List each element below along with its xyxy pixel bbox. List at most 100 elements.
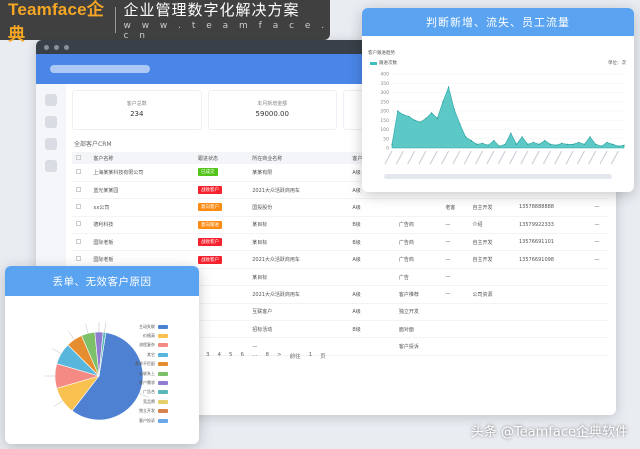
legend-item[interactable]: 未联系上 [135,369,168,378]
row-checkbox[interactable] [72,216,90,235]
table-row[interactable]: 国际老板 战败客户 某目标 B级 广告商 — 自主开发 13576691101— [72,233,608,252]
legend-item[interactable]: 其它 [135,350,168,359]
data-point [442,101,444,103]
data-point [447,86,450,88]
column-header[interactable]: 跟进状态 [194,152,249,164]
window-dot-icon[interactable] [54,44,59,50]
x-tick-label [407,150,416,165]
row-checkbox[interactable] [72,233,90,252]
pie-chart-card: 丢单、无效客户原因 主动失联 价格高 流程复杂 其它 需求不匹配 未联系上 客户需求 广告合竞… [5,266,199,444]
pager-item[interactable]: 页 [320,352,326,360]
status-badge: 意向客户 [198,203,222,212]
table-cell: A级 [348,250,395,269]
pager-item[interactable]: … [252,352,258,360]
data-point [419,121,421,123]
table-cell: 某目标 [248,216,349,235]
pager-item[interactable]: 3 [206,352,210,360]
window-dot-icon[interactable] [64,44,69,50]
legend-item[interactable]: 流程复杂 [135,341,168,350]
table-cell [590,320,608,339]
table-cell: 13578888888 [515,198,591,217]
x-tick-label [384,150,393,165]
stat-value: 59000.00 [255,110,289,118]
table-cell: 面对面 [394,320,442,339]
table-cell: 广告商 [394,250,442,269]
row-checkbox[interactable] [72,164,90,182]
pager-item[interactable]: 4 [218,352,222,360]
legend-item[interactable]: 广告合 [135,388,168,397]
legend-item[interactable]: 竞品牌 [135,397,168,406]
data-point [583,143,585,145]
table-cell [194,285,249,304]
table-cell: — [590,198,608,217]
y-tick-label: 200 [380,109,389,115]
header-search-bar[interactable] [50,65,150,73]
table-cell [441,303,469,322]
table-cell: 介绍 [468,216,515,235]
table-cell: 战败客户 [194,233,249,252]
table-cell: 广告商 [394,233,442,252]
data-point [612,143,614,145]
table-cell: A级 [348,285,395,304]
table-cell: — [441,233,469,252]
data-point [515,143,518,145]
pager-item[interactable]: > [277,352,282,360]
pager-item[interactable]: 8 [266,352,270,360]
y-tick-label: 50 [383,136,389,142]
table-cell [441,320,469,339]
chart-zoom-scrollbar[interactable] [384,174,612,179]
data-point [476,143,478,145]
table-cell: 德利科技 [89,216,194,235]
data-point [493,140,495,142]
sidebar-icon[interactable] [45,160,57,172]
legend-item[interactable]: 客户投诉 [135,416,168,425]
table-cell [194,268,249,287]
table-row[interactable]: xx公司 意向客户 国投股份 A级 老客 自主开发 13578888888— [72,198,608,217]
table-cell: — [590,233,608,252]
legend-item[interactable]: 价格高 [135,331,168,340]
table-cell: 13576691101 [515,233,591,252]
table-cell: B级 [348,233,395,252]
pie-chart [45,322,149,421]
data-point [470,140,472,142]
brand-slogan: 企业管理数字化解决方案 [123,1,300,19]
y-tick-label: 300 [380,90,389,96]
brand-url: w w w . t e a m f a c e . c n [123,21,329,41]
window-dot-icon[interactable] [44,44,49,50]
x-tick-label [588,150,597,165]
data-point [459,123,461,125]
x-tick-label [599,150,608,165]
x-tick-label [554,150,563,165]
legend-item[interactable]: 需求不匹配 [135,360,168,369]
table-cell [394,198,442,217]
column-header[interactable] [72,152,90,164]
data-point [402,114,404,116]
pager-item[interactable]: 1 [309,352,313,360]
sidebar-icon[interactable] [45,116,57,128]
legend-item[interactable]: 主动失联 [135,322,168,331]
table-row[interactable]: 德利科技 意向跟进 某目标 B级 广告商 — 介绍 13579922333— [72,216,608,235]
table-cell: — [441,250,469,269]
pager-item[interactable]: 5 [229,352,233,360]
x-tick-label [610,150,619,165]
x-tick-label [497,150,506,165]
data-point [561,142,563,144]
table-cell: — [590,216,608,235]
row-checkbox[interactable] [72,198,90,217]
legend-item[interactable]: 客户需求 [135,378,168,387]
x-tick-label [475,150,484,165]
table-cell [590,285,608,304]
table-cell: 战败客户 [194,250,249,269]
row-checkbox[interactable] [72,181,90,200]
pager-item[interactable]: 6 [241,352,245,360]
column-header[interactable]: 所在商业名称 [248,152,349,164]
pager-item[interactable]: 前往 [290,352,301,360]
sidebar-icon[interactable] [45,94,57,106]
table-cell: 13579922333 [515,216,591,235]
table-cell [441,337,469,356]
legend-item[interactable]: 独立开发 [135,407,168,416]
column-header[interactable]: 客户名称 [89,152,194,164]
pagination: 3 4 5 6 … 8 > 前往 1 页 [206,352,326,360]
table-cell [468,268,515,287]
sidebar-icon[interactable] [45,138,57,150]
